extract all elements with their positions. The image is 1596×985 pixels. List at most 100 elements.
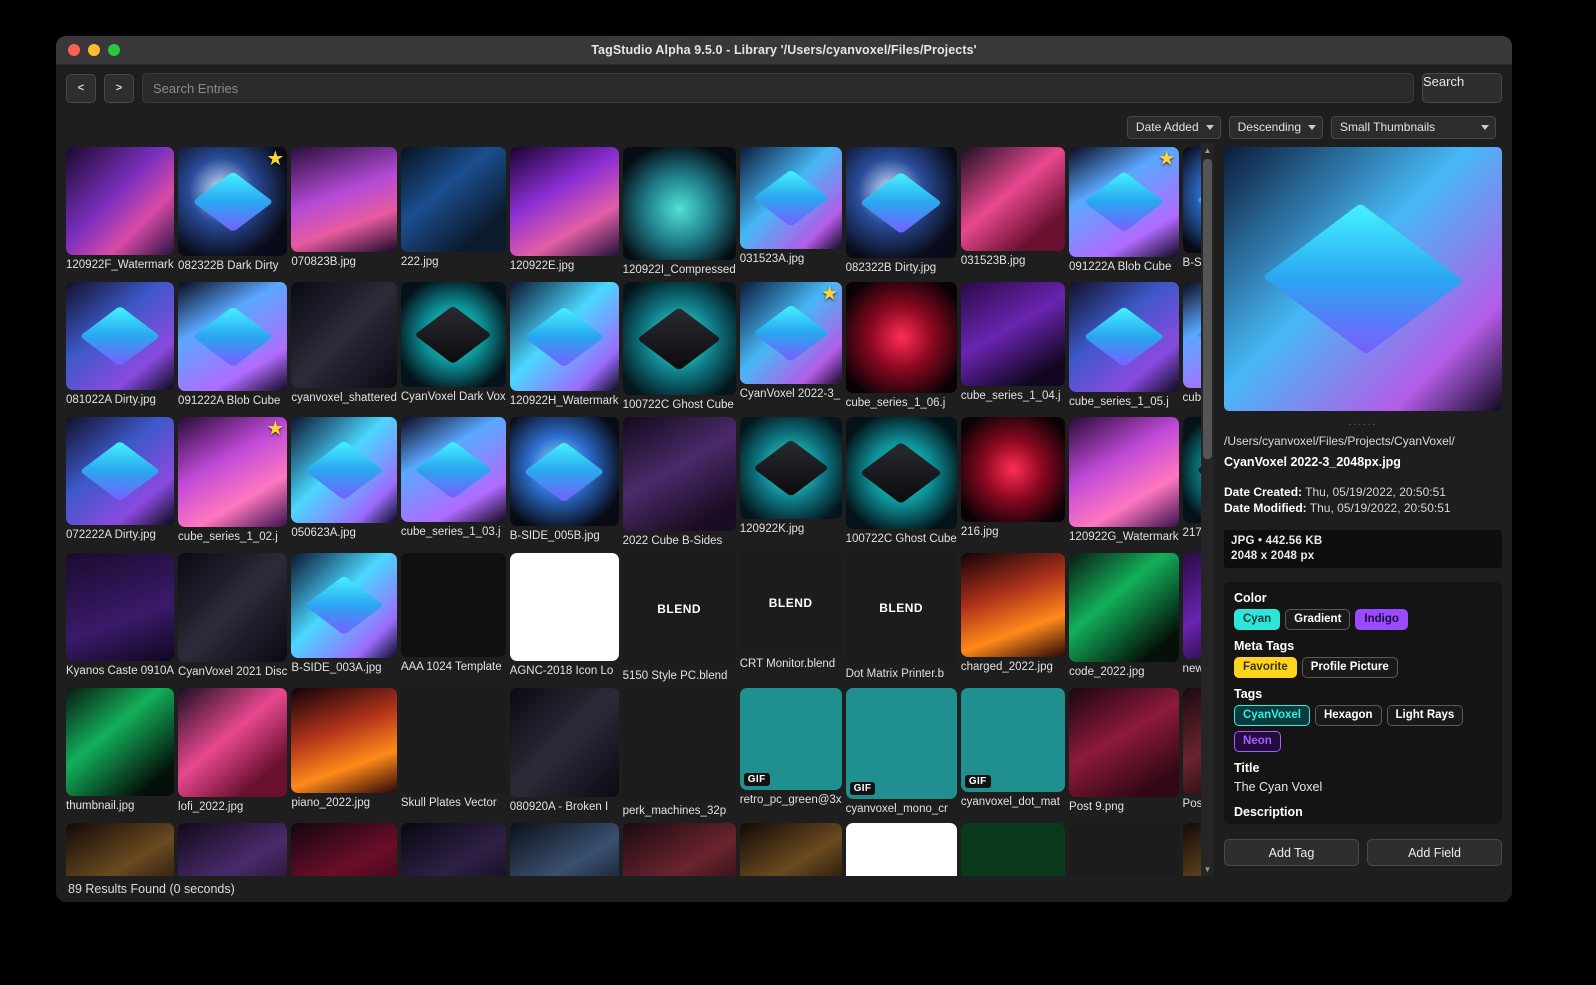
- thumbnail[interactable]: [509, 552, 619, 662]
- thumbnail[interactable]: [845, 822, 957, 876]
- grid-item[interactable]: Post 6.png: [622, 822, 736, 876]
- thumbnail[interactable]: [960, 282, 1066, 387]
- tag-chip[interactable]: Hexagon: [1314, 705, 1382, 726]
- thumbnail[interactable]: [1182, 282, 1201, 389]
- meta-tag-chip[interactable]: Favorite: [1234, 657, 1297, 678]
- grid-item[interactable]: B-SIDE_005B.jpg: [509, 417, 619, 547]
- thumbnail[interactable]: [622, 147, 736, 261]
- grid-item[interactable]: 081022A Dirty.jpg: [66, 282, 175, 412]
- grid-item[interactable]: 120922E.jpg: [509, 147, 619, 277]
- grid-scrollbar[interactable]: ▲ ▼: [1201, 143, 1214, 876]
- grid-item[interactable]: cube_series_1_04.j: [960, 282, 1066, 412]
- grid-item[interactable]: cube_series_1_06.j: [845, 282, 957, 412]
- grid-item[interactable]: B-SIDE_006A.jpg: [1182, 147, 1201, 277]
- grid-item[interactable]: 050623A.jpg: [291, 417, 397, 547]
- thumbnail[interactable]: [178, 282, 288, 392]
- grid-item[interactable]: 031523B.jpg: [960, 147, 1066, 277]
- grid-item[interactable]: 120922G_Watermark: [1069, 417, 1179, 547]
- grid-item[interactable]: cube_series_1_01.jp: [1182, 282, 1201, 412]
- grid-item[interactable]: CyanVoxel 2021 Disc: [178, 552, 288, 683]
- thumbnail[interactable]: [960, 822, 1066, 876]
- scroll-up-icon[interactable]: ▲: [1201, 143, 1214, 157]
- thumbnail[interactable]: ★: [739, 282, 842, 384]
- color-tag-chip[interactable]: Indigo: [1355, 609, 1408, 630]
- maximize-window-button[interactable]: [108, 44, 120, 56]
- thumbnail[interactable]: [509, 687, 619, 797]
- thumbnail[interactable]: [291, 417, 397, 523]
- grid-item[interactable]: GIF retro_pc_green@3x: [739, 687, 842, 818]
- thumbnail[interactable]: [845, 147, 957, 259]
- thumbnail[interactable]: [622, 417, 736, 531]
- grid-item[interactable]: DigitUp_050621A_S: [960, 822, 1066, 876]
- tag-chip[interactable]: Neon: [1234, 731, 1281, 752]
- thumbnail[interactable]: [509, 417, 619, 527]
- thumbnail[interactable]: [400, 822, 506, 876]
- color-tag-chip[interactable]: Cyan: [1234, 609, 1281, 630]
- minimize-window-button[interactable]: [88, 44, 100, 56]
- thumbnail[interactable]: [66, 282, 175, 391]
- grid-item[interactable]: thumbnail.jpg: [66, 687, 175, 818]
- sort-field-dropdown[interactable]: Date Added: [1126, 115, 1221, 139]
- thumbnail[interactable]: [66, 147, 175, 256]
- grid-item[interactable]: code_2022.jpg: [1069, 552, 1179, 683]
- grid-item[interactable]: BLEND Dot Matrix Printer.b: [845, 552, 957, 683]
- thumbnail[interactable]: [400, 687, 506, 793]
- grid-item[interactable]: ★ 091222A Blob Cube: [1069, 147, 1179, 277]
- grid-item[interactable]: Skull Plates Vector: [400, 687, 506, 818]
- thumbnail[interactable]: [291, 687, 397, 794]
- thumbnail[interactable]: [400, 282, 506, 388]
- grid-item[interactable]: AGNC-2018 Icon Lo: [509, 552, 619, 683]
- search-input[interactable]: [142, 73, 1414, 103]
- grid-item[interactable]: GIF cyanvoxel_dot_mat: [960, 687, 1066, 818]
- thumbnail[interactable]: [1069, 552, 1179, 663]
- meta-tag-chip[interactable]: Profile Picture: [1301, 657, 1398, 678]
- thumbnail[interactable]: [739, 147, 842, 249]
- thumbnail[interactable]: [960, 147, 1066, 252]
- grid-item[interactable]: 222.jpg: [400, 147, 506, 277]
- thumbnail[interactable]: [66, 822, 175, 876]
- thumbnail[interactable]: [622, 282, 736, 396]
- grid-item[interactable]: ★ 082322B Dark Dirty: [178, 147, 288, 277]
- favorite-star-icon[interactable]: ★: [1158, 149, 1176, 169]
- grid-item[interactable]: 082322B Dirty.jpg: [845, 147, 957, 277]
- grid-item[interactable]: 120922K.jpg: [739, 417, 842, 547]
- thumbnail-size-dropdown[interactable]: Small Thumbnails: [1331, 115, 1496, 139]
- thumbnail[interactable]: [291, 147, 397, 253]
- thumbnail[interactable]: GIF: [845, 687, 957, 799]
- grid-item[interactable]: cube_series_1_05.j: [1069, 282, 1179, 412]
- favorite-star-icon[interactable]: ★: [266, 149, 284, 169]
- grid-item[interactable]: CyanVoxel Dark Vox: [400, 282, 506, 412]
- grid-item[interactable]: 072222A Dirty.jpg: [66, 417, 175, 547]
- thumbnail[interactable]: [1182, 417, 1201, 524]
- grid-item[interactable]: Post 11.png: [1182, 687, 1201, 818]
- thumbnail[interactable]: GIF: [739, 687, 842, 790]
- grid-item[interactable]: Post 3.png: [509, 822, 619, 876]
- grid-item[interactable]: AAA 1024 Template: [400, 552, 506, 683]
- thumbnail[interactable]: [960, 552, 1066, 657]
- grid-item[interactable]: new-oldies_2022.jp: [1182, 552, 1201, 683]
- thumbnail[interactable]: [178, 687, 288, 797]
- add-tag-button[interactable]: Add Tag: [1224, 839, 1359, 866]
- thumbnail[interactable]: [66, 417, 175, 526]
- grid-item[interactable]: 120922I_Compressed: [622, 147, 736, 277]
- grid-item[interactable]: 070823B.jpg: [291, 147, 397, 277]
- grid-item[interactable]: cube_series_1_03.j: [400, 417, 506, 547]
- grid-item[interactable]: 217.jpg: [1182, 417, 1201, 547]
- thumbnail[interactable]: [845, 282, 957, 394]
- thumbnail[interactable]: [66, 687, 175, 796]
- favorite-star-icon[interactable]: ★: [266, 419, 284, 439]
- grid-item[interactable]: 2022 Cube B-Sides: [622, 417, 736, 547]
- thumbnail[interactable]: [509, 147, 619, 256]
- thumbnail[interactable]: ★: [178, 147, 288, 257]
- tag-chip[interactable]: CyanVoxel: [1234, 705, 1310, 726]
- thumbnail[interactable]: [960, 417, 1066, 522]
- grid-item[interactable]: ★ cube_series_1_02.j: [178, 417, 288, 547]
- grid-item[interactable]: 080920A - Broken I: [509, 687, 619, 818]
- thumbnail[interactable]: [1182, 822, 1201, 876]
- thumbnail[interactable]: [291, 552, 397, 658]
- grid-item[interactable]: 091222A Blob Cube: [178, 282, 288, 412]
- add-field-button[interactable]: Add Field: [1367, 839, 1502, 866]
- grid-item[interactable]: B-SIDE_003A.jpg: [291, 552, 397, 683]
- thumbnail[interactable]: [1182, 147, 1201, 254]
- grid-item[interactable]: 100722C Ghost Cube: [622, 282, 736, 412]
